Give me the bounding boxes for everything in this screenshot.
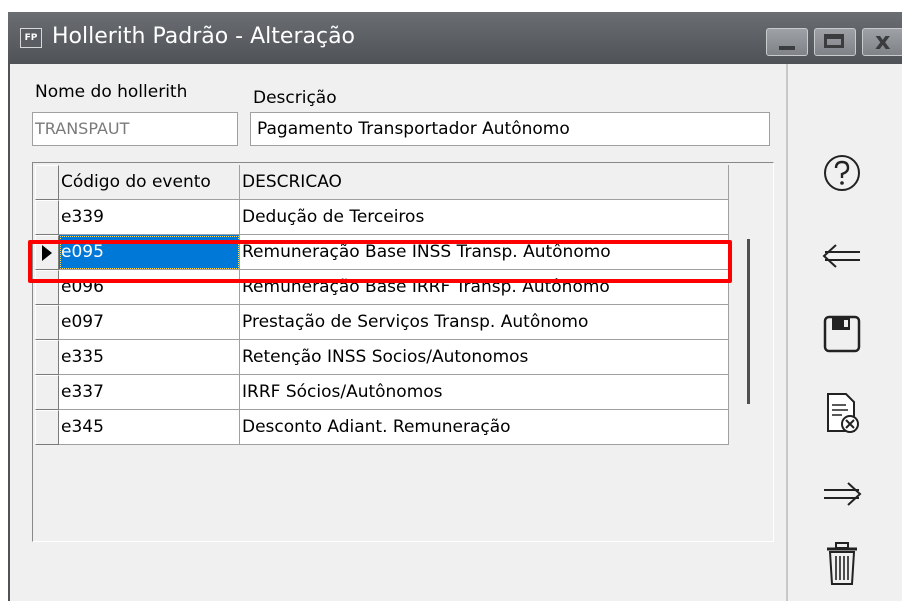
- cell-codigo[interactable]: e337: [59, 375, 240, 410]
- grid-body: Código do evento DESCRICAO e339 Dedução d…: [35, 165, 771, 539]
- cell-descricao[interactable]: IRRF Sócios/Autônomos: [240, 375, 729, 410]
- row-indicator[interactable]: [35, 305, 59, 340]
- cell-codigo[interactable]: e339: [59, 200, 240, 235]
- minimize-icon: [779, 46, 795, 50]
- column-header-codigo[interactable]: Código do evento: [59, 165, 240, 200]
- row-indicator[interactable]: [35, 410, 59, 445]
- close-icon: x: [875, 27, 891, 55]
- nome-label: Nome do hollerith: [35, 82, 188, 102]
- window-border: [8, 12, 10, 601]
- minimize-button[interactable]: [766, 28, 808, 56]
- forward-arrow-icon: [824, 482, 862, 506]
- title-bar[interactable]: FP Hollerith Padrão - Alteração x: [8, 12, 902, 64]
- back-button[interactable]: [818, 232, 866, 280]
- window-title: Hollerith Padrão - Alteração: [52, 24, 356, 49]
- row-indicator[interactable]: [35, 340, 59, 375]
- app-icon: FP: [20, 28, 42, 48]
- delete-button[interactable]: [818, 540, 866, 588]
- cell-descricao[interactable]: Dedução de Terceiros: [240, 200, 729, 235]
- maximize-icon: [824, 34, 844, 48]
- vertical-scrollbar[interactable]: [747, 239, 750, 404]
- descricao-field[interactable]: Pagamento Transportador Autônomo: [250, 112, 770, 146]
- cell-descricao[interactable]: Prestação de Serviços Transp. Autônomo: [240, 305, 729, 340]
- cell-codigo[interactable]: e335: [59, 340, 240, 375]
- column-header-descricao[interactable]: DESCRICAO: [240, 165, 729, 200]
- save-icon: [823, 315, 861, 353]
- cell-codigo[interactable]: e345: [59, 410, 240, 445]
- back-arrow-icon: [822, 244, 860, 268]
- nome-field[interactable]: TRANSPAUT: [32, 112, 238, 146]
- close-button[interactable]: x: [862, 27, 902, 56]
- save-button[interactable]: [818, 310, 866, 358]
- hollerith-window: FP Hollerith Padrão - Alteração x Nome d…: [8, 12, 902, 601]
- header-indicator: [35, 165, 59, 200]
- side-toolbar: [786, 64, 902, 601]
- cell-descricao[interactable]: Desconto Adiant. Remuneração: [240, 410, 729, 445]
- cell-codigo[interactable]: e097: [59, 305, 240, 340]
- cancel-document-icon: [827, 393, 859, 433]
- highlight-box: [28, 240, 732, 283]
- help-button[interactable]: [818, 149, 866, 197]
- row-indicator[interactable]: [35, 375, 59, 410]
- help-icon: [824, 155, 860, 191]
- events-grid[interactable]: Código do evento DESCRICAO e339 Dedução d…: [32, 162, 774, 542]
- forward-button[interactable]: [818, 470, 866, 518]
- cancel-document-button[interactable]: [818, 389, 866, 437]
- trash-icon: [827, 542, 857, 585]
- cell-descricao[interactable]: Retenção INSS Socios/Autonomos: [240, 340, 729, 375]
- maximize-button[interactable]: [814, 28, 856, 56]
- row-indicator[interactable]: [35, 200, 59, 235]
- descricao-label: Descrição: [253, 88, 337, 108]
